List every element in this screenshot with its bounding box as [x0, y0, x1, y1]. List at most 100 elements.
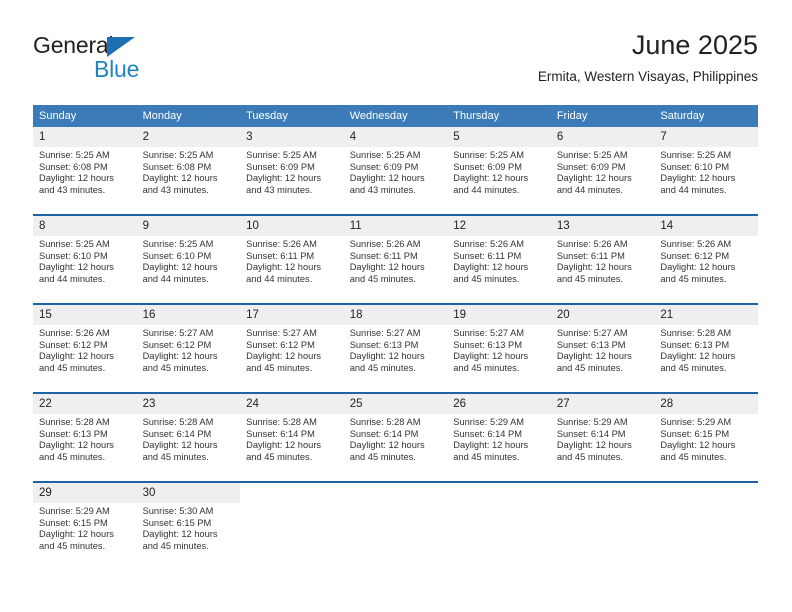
sun-times-text: Sunrise: 5:29 AM Sunset: 6:14 PM Dayligh… — [556, 417, 632, 462]
calendar-week-row: 29 30 Sunrise: 5:29 AM Sunset: 6:15 PM Day… — [33, 481, 758, 570]
day-cell[interactable]: Sunrise: 5:25 AM Sunset: 6:09 PM Dayligh… — [344, 147, 448, 214]
day-number[interactable]: 30 — [137, 483, 241, 503]
day-number[interactable]: 1 — [33, 127, 137, 147]
day-number[interactable]: 18 — [344, 305, 448, 325]
day-cell[interactable]: Sunrise: 5:25 AM Sunset: 6:08 PM Dayligh… — [137, 147, 241, 214]
week-content-row: Sunrise: 5:28 AM Sunset: 6:13 PM Dayligh… — [33, 414, 758, 481]
general-blue-logo[interactable]: General Blue — [33, 32, 223, 88]
week-content-row: Sunrise: 5:25 AM Sunset: 6:08 PM Dayligh… — [33, 147, 758, 214]
sun-times-text: Sunrise: 5:29 AM Sunset: 6:15 PM Dayligh… — [39, 506, 114, 551]
day-cell[interactable]: Sunrise: 5:27 AM Sunset: 6:12 PM Dayligh… — [137, 325, 241, 392]
day-cell[interactable]: Sunrise: 5:28 AM Sunset: 6:14 PM Dayligh… — [240, 414, 344, 481]
day-cell[interactable]: Sunrise: 5:28 AM Sunset: 6:14 PM Dayligh… — [137, 414, 241, 481]
day-number[interactable]: 13 — [551, 216, 655, 236]
day-cell[interactable]: Sunrise: 5:29 AM Sunset: 6:14 PM Dayligh… — [551, 414, 655, 481]
week-date-number-row: 29 30 — [33, 483, 758, 503]
day-cell[interactable]: Sunrise: 5:30 AM Sunset: 6:15 PM Dayligh… — [137, 503, 241, 570]
week-content-row: Sunrise: 5:26 AM Sunset: 6:12 PM Dayligh… — [33, 325, 758, 392]
day-number-empty — [343, 483, 448, 503]
day-number[interactable]: 25 — [344, 394, 448, 414]
day-cell[interactable]: Sunrise: 5:26 AM Sunset: 6:11 PM Dayligh… — [551, 236, 655, 303]
calendar-week-row: 22 23 24 25 26 27 28 Sunrise: 5:28 AM Sunset: 6… — [33, 392, 758, 481]
day-header-tuesday: Tuesday — [246, 110, 288, 122]
day-header-saturday: Saturday — [660, 110, 705, 122]
day-number[interactable]: 15 — [33, 305, 137, 325]
logo-text-blue: Blue — [94, 56, 140, 82]
day-number[interactable]: 29 — [33, 483, 137, 503]
sun-times-text: Sunrise: 5:29 AM Sunset: 6:15 PM Dayligh… — [660, 417, 736, 462]
sun-times-text: Sunrise: 5:26 AM Sunset: 6:12 PM Dayligh… — [660, 239, 736, 284]
day-cell-empty — [240, 503, 344, 570]
day-number[interactable]: 4 — [344, 127, 448, 147]
day-number[interactable]: 7 — [654, 127, 758, 147]
day-header-friday: Friday — [556, 110, 588, 122]
day-number[interactable]: 19 — [447, 305, 551, 325]
day-cell[interactable]: Sunrise: 5:29 AM Sunset: 6:15 PM Dayligh… — [654, 414, 758, 481]
day-cell[interactable]: Sunrise: 5:28 AM Sunset: 6:13 PM Dayligh… — [654, 325, 758, 392]
day-cell-empty — [551, 503, 655, 570]
day-number[interactable]: 14 — [654, 216, 758, 236]
day-cell[interactable]: Sunrise: 5:25 AM Sunset: 6:10 PM Dayligh… — [654, 147, 758, 214]
day-number[interactable]: 6 — [551, 127, 655, 147]
day-number[interactable]: 10 — [240, 216, 344, 236]
day-cell[interactable]: Sunrise: 5:28 AM Sunset: 6:14 PM Dayligh… — [344, 414, 448, 481]
day-cell[interactable]: Sunrise: 5:26 AM Sunset: 6:12 PM Dayligh… — [33, 325, 137, 392]
sun-times-text: Sunrise: 5:27 AM Sunset: 6:12 PM Dayligh… — [142, 328, 218, 373]
day-number-empty — [550, 483, 655, 503]
title-block: June 2025 Ermita, Western Visayas, Phili… — [538, 28, 758, 87]
day-header-sunday: Sunday — [39, 110, 77, 122]
sun-times-text: Sunrise: 5:25 AM Sunset: 6:09 PM Dayligh… — [556, 150, 632, 195]
day-number[interactable]: 22 — [33, 394, 137, 414]
day-number[interactable]: 16 — [137, 305, 241, 325]
day-cell[interactable]: Sunrise: 5:25 AM Sunset: 6:10 PM Dayligh… — [33, 236, 137, 303]
day-number[interactable]: 3 — [240, 127, 344, 147]
sun-times-text: Sunrise: 5:25 AM Sunset: 6:10 PM Dayligh… — [660, 150, 736, 195]
day-number[interactable]: 17 — [240, 305, 344, 325]
sun-times-text: Sunrise: 5:25 AM Sunset: 6:08 PM Dayligh… — [39, 150, 114, 195]
day-number[interactable]: 24 — [240, 394, 344, 414]
sun-times-text: Sunrise: 5:30 AM Sunset: 6:15 PM Dayligh… — [142, 506, 218, 551]
day-number-empty — [447, 483, 551, 503]
day-cell[interactable]: Sunrise: 5:27 AM Sunset: 6:13 PM Dayligh… — [551, 325, 655, 392]
week-date-number-row: 22 23 24 25 26 27 28 — [33, 394, 758, 414]
day-cell[interactable]: Sunrise: 5:25 AM Sunset: 6:09 PM Dayligh… — [551, 147, 655, 214]
day-number[interactable]: 2 — [137, 127, 241, 147]
day-cell[interactable]: Sunrise: 5:27 AM Sunset: 6:12 PM Dayligh… — [240, 325, 344, 392]
calendar-week-row: 8 9 10 11 12 13 14 Sunrise: 5:25 AM Sunset: 6:1… — [33, 214, 758, 303]
day-cell[interactable]: Sunrise: 5:29 AM Sunset: 6:14 PM Dayligh… — [447, 414, 551, 481]
day-number[interactable]: 20 — [551, 305, 655, 325]
day-cell[interactable]: Sunrise: 5:28 AM Sunset: 6:13 PM Dayligh… — [33, 414, 137, 481]
day-cell[interactable]: Sunrise: 5:25 AM Sunset: 6:08 PM Dayligh… — [33, 147, 137, 214]
day-cell[interactable]: Sunrise: 5:25 AM Sunset: 6:09 PM Dayligh… — [240, 147, 344, 214]
day-cell[interactable]: Sunrise: 5:26 AM Sunset: 6:11 PM Dayligh… — [447, 236, 551, 303]
day-cell[interactable]: Sunrise: 5:26 AM Sunset: 6:11 PM Dayligh… — [240, 236, 344, 303]
day-number[interactable]: 9 — [137, 216, 241, 236]
day-header-wednesday: Wednesday — [349, 110, 408, 122]
day-cell[interactable]: Sunrise: 5:26 AM Sunset: 6:11 PM Dayligh… — [344, 236, 448, 303]
day-number[interactable]: 5 — [447, 127, 551, 147]
day-header-monday: Monday — [142, 110, 182, 122]
week-date-number-row: 8 9 10 11 12 13 14 — [33, 216, 758, 236]
day-header-thursday: Thursday — [453, 110, 500, 122]
sun-times-text: Sunrise: 5:25 AM Sunset: 6:08 PM Dayligh… — [142, 150, 218, 195]
triangle-icon — [107, 37, 135, 57]
day-cell[interactable]: Sunrise: 5:27 AM Sunset: 6:13 PM Dayligh… — [344, 325, 448, 392]
page-subtitle: Ermita, Western Visayas, Philippines — [537, 69, 758, 84]
day-number[interactable]: 11 — [344, 216, 448, 236]
sun-times-text: Sunrise: 5:27 AM Sunset: 6:13 PM Dayligh… — [453, 328, 529, 373]
day-number[interactable]: 8 — [33, 216, 137, 236]
week-content-row: Sunrise: 5:29 AM Sunset: 6:15 PM Dayligh… — [33, 503, 758, 570]
day-cell[interactable]: Sunrise: 5:25 AM Sunset: 6:10 PM Dayligh… — [137, 236, 241, 303]
day-number[interactable]: 26 — [447, 394, 551, 414]
sun-times-text: Sunrise: 5:28 AM Sunset: 6:13 PM Dayligh… — [39, 417, 114, 462]
day-cell[interactable]: Sunrise: 5:26 AM Sunset: 6:12 PM Dayligh… — [654, 236, 758, 303]
day-cell[interactable]: Sunrise: 5:27 AM Sunset: 6:13 PM Dayligh… — [447, 325, 551, 392]
day-number[interactable]: 28 — [654, 394, 758, 414]
day-number[interactable]: 23 — [137, 394, 241, 414]
day-cell[interactable]: Sunrise: 5:25 AM Sunset: 6:09 PM Dayligh… — [447, 147, 551, 214]
day-number[interactable]: 21 — [654, 305, 758, 325]
day-number[interactable]: 12 — [447, 216, 551, 236]
day-number[interactable]: 27 — [551, 394, 655, 414]
day-cell[interactable]: Sunrise: 5:29 AM Sunset: 6:15 PM Dayligh… — [33, 503, 137, 570]
sun-times-text: Sunrise: 5:25 AM Sunset: 6:09 PM Dayligh… — [453, 150, 529, 195]
